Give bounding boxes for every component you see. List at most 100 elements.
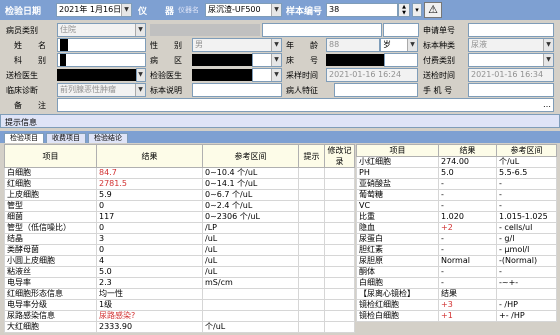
cell-result[interactable]: 2333.90: [96, 321, 203, 333]
table-row[interactable]: 镜检白细胞 +1 +- /HP: [356, 310, 557, 322]
sample-note-input[interactable]: [192, 83, 282, 97]
table-row[interactable]: 酮体 - -: [356, 266, 557, 278]
cell-result[interactable]: 0: [96, 222, 203, 234]
cell-result[interactable]: -: [438, 244, 497, 256]
sample-stepper[interactable]: ▲ ▼: [398, 3, 410, 17]
table-row[interactable]: 胆红素 - - μmol/l: [356, 244, 557, 256]
col-item[interactable]: 项目: [4, 144, 97, 168]
tab-conclusion[interactable]: 检验结论: [88, 133, 128, 143]
cell-result[interactable]: 4: [96, 255, 203, 267]
chevron-down-icon[interactable]: ▼: [271, 69, 281, 81]
table-row[interactable]: 尿蛋白 - - g/l: [356, 233, 557, 245]
more-icon[interactable]: …: [543, 99, 551, 111]
table-row[interactable]: VC - -: [356, 200, 557, 212]
cell-result[interactable]: 1级: [96, 299, 203, 311]
col-result[interactable]: 结果: [438, 144, 497, 157]
table-row[interactable]: 管型（低信噪比） 0/LP: [4, 222, 355, 234]
cell-result[interactable]: +3: [438, 299, 497, 311]
table-row[interactable]: 结晶 3/uL: [4, 233, 355, 245]
phone-input[interactable]: [468, 83, 554, 97]
table-row[interactable]: 上皮细胞 5.9 0~6.7 个/uL: [4, 189, 355, 201]
department-input[interactable]: [57, 53, 146, 67]
test-doctor-select[interactable]: ▼: [252, 68, 282, 82]
row1-extra-input-2[interactable]: [383, 23, 419, 37]
sample-no-input[interactable]: 38: [326, 3, 398, 17]
col-flag[interactable]: 提示: [298, 144, 325, 168]
table-row[interactable]: PH 5.0 5.5-6.5: [356, 167, 557, 179]
table-row[interactable]: 类酵母菌 0/uL: [4, 244, 355, 256]
table-row[interactable]: 白细胞 - -~+-: [356, 277, 557, 289]
cell-result[interactable]: -: [438, 277, 497, 289]
table-row[interactable]: 【尿离心镜检】 结果: [356, 288, 557, 300]
cell-result[interactable]: 5.0: [438, 167, 497, 179]
table-row[interactable]: 红细胞 2781.5 0~14.1 个/uL: [4, 178, 355, 190]
table-row[interactable]: 红细胞形态信息 均一性: [4, 288, 355, 300]
cell-result[interactable]: 5.0: [96, 266, 203, 278]
gender-select[interactable]: 男 ▼: [192, 38, 282, 52]
chevron-down-icon[interactable]: ▼: [135, 84, 145, 96]
col-history[interactable]: 修改记录: [324, 144, 355, 168]
tab-test-items[interactable]: 检验项目: [4, 133, 44, 143]
sample-menu-button[interactable]: ▾: [412, 3, 422, 17]
table-row[interactable]: 电导率 2.3 mS/cm: [4, 277, 355, 289]
table-row[interactable]: 镜检红细胞 +3- /HP: [356, 299, 557, 311]
instrument-select[interactable]: 尿沉渣-UF500 ▼: [205, 3, 282, 17]
table-row[interactable]: 葡萄糖 - -: [356, 189, 557, 201]
table-row[interactable]: 亚硝酸盐 - -: [356, 178, 557, 190]
cell-result[interactable]: Normal: [438, 255, 497, 267]
warning-icon[interactable]: ⚠: [424, 2, 442, 18]
chevron-down-icon[interactable]: ▼: [121, 4, 131, 16]
cell-result[interactable]: +2: [438, 222, 497, 234]
chevron-down-icon[interactable]: ▼: [543, 54, 553, 66]
col-ref[interactable]: 参考区间: [496, 144, 557, 157]
cell-result[interactable]: +1: [438, 310, 497, 322]
tab-charge-items[interactable]: 收费项目: [46, 133, 86, 143]
age-unit-select[interactable]: 岁 ▼: [380, 38, 418, 52]
table-row[interactable]: 管型 0 0~2.4 个/uL: [4, 200, 355, 212]
name-input[interactable]: [57, 38, 146, 52]
table-row[interactable]: 白细胞 84.7 0~10.4 个/uL: [4, 167, 355, 179]
cell-result[interactable]: 2781.5: [96, 178, 203, 190]
test-date-picker[interactable]: 2021年 1月16日 ▼: [56, 3, 132, 17]
chevron-down-icon[interactable]: ▼: [271, 39, 281, 51]
cell-result[interactable]: 84.7: [96, 167, 203, 179]
cell-result[interactable]: 0: [96, 244, 203, 256]
chevron-down-icon[interactable]: ▼: [137, 69, 145, 81]
chevron-down-icon[interactable]: ▼: [407, 39, 417, 51]
cell-result[interactable]: -: [438, 178, 497, 190]
cell-result[interactable]: -: [438, 189, 497, 201]
table-row[interactable]: 小圆上皮细胞 4/uL: [4, 255, 355, 267]
chevron-down-icon[interactable]: ▼: [271, 4, 281, 16]
cell-result[interactable]: 结果: [438, 288, 497, 300]
chevron-down-icon[interactable]: ▼: [135, 24, 145, 36]
table-row[interactable]: 大红细胞 2333.90 个/uL: [4, 321, 355, 333]
sample-time-input[interactable]: 2021-01-16 16:24: [326, 68, 418, 82]
cell-result[interactable]: 2.3: [96, 277, 203, 289]
doctor-select[interactable]: ▼: [136, 68, 146, 82]
age-input[interactable]: 88: [326, 38, 380, 52]
row1-extra-input[interactable]: [262, 23, 382, 37]
diagnosis-select[interactable]: 前列腺恶性肿瘤 ▼: [57, 83, 146, 97]
cell-result[interactable]: 1.020: [438, 211, 497, 223]
table-row[interactable]: 尿路感染信息 尿路感染?: [4, 310, 355, 322]
table-row[interactable]: 隐血 +2- cells/ul: [356, 222, 557, 234]
table-row[interactable]: 粘液丝 5.0/uL: [4, 266, 355, 278]
patient-feature-input[interactable]: [334, 83, 418, 97]
cell-result[interactable]: 0: [96, 200, 203, 212]
cell-result[interactable]: 5.9: [96, 189, 203, 201]
table-row[interactable]: 尿胆原 Normal -(Normal): [356, 255, 557, 267]
sample-type-select[interactable]: 尿液 ▼: [468, 38, 554, 52]
table-row[interactable]: 比重 1.020 1.015-1.025: [356, 211, 557, 223]
chevron-down-icon[interactable]: ▼: [271, 54, 281, 66]
ward-select[interactable]: ▼: [252, 53, 282, 67]
cell-result[interactable]: 117: [96, 211, 203, 223]
cell-result[interactable]: -: [438, 233, 497, 245]
cell-result[interactable]: -: [438, 200, 497, 212]
col-result[interactable]: 结果: [96, 144, 203, 168]
cell-result[interactable]: 274.00: [438, 156, 497, 168]
col-item[interactable]: 项目: [356, 144, 439, 157]
request-no-input[interactable]: [468, 23, 554, 37]
table-row[interactable]: 电导率分级 1级: [4, 299, 355, 311]
cell-result[interactable]: 尿路感染?: [96, 310, 203, 322]
cell-result[interactable]: 3: [96, 233, 203, 245]
